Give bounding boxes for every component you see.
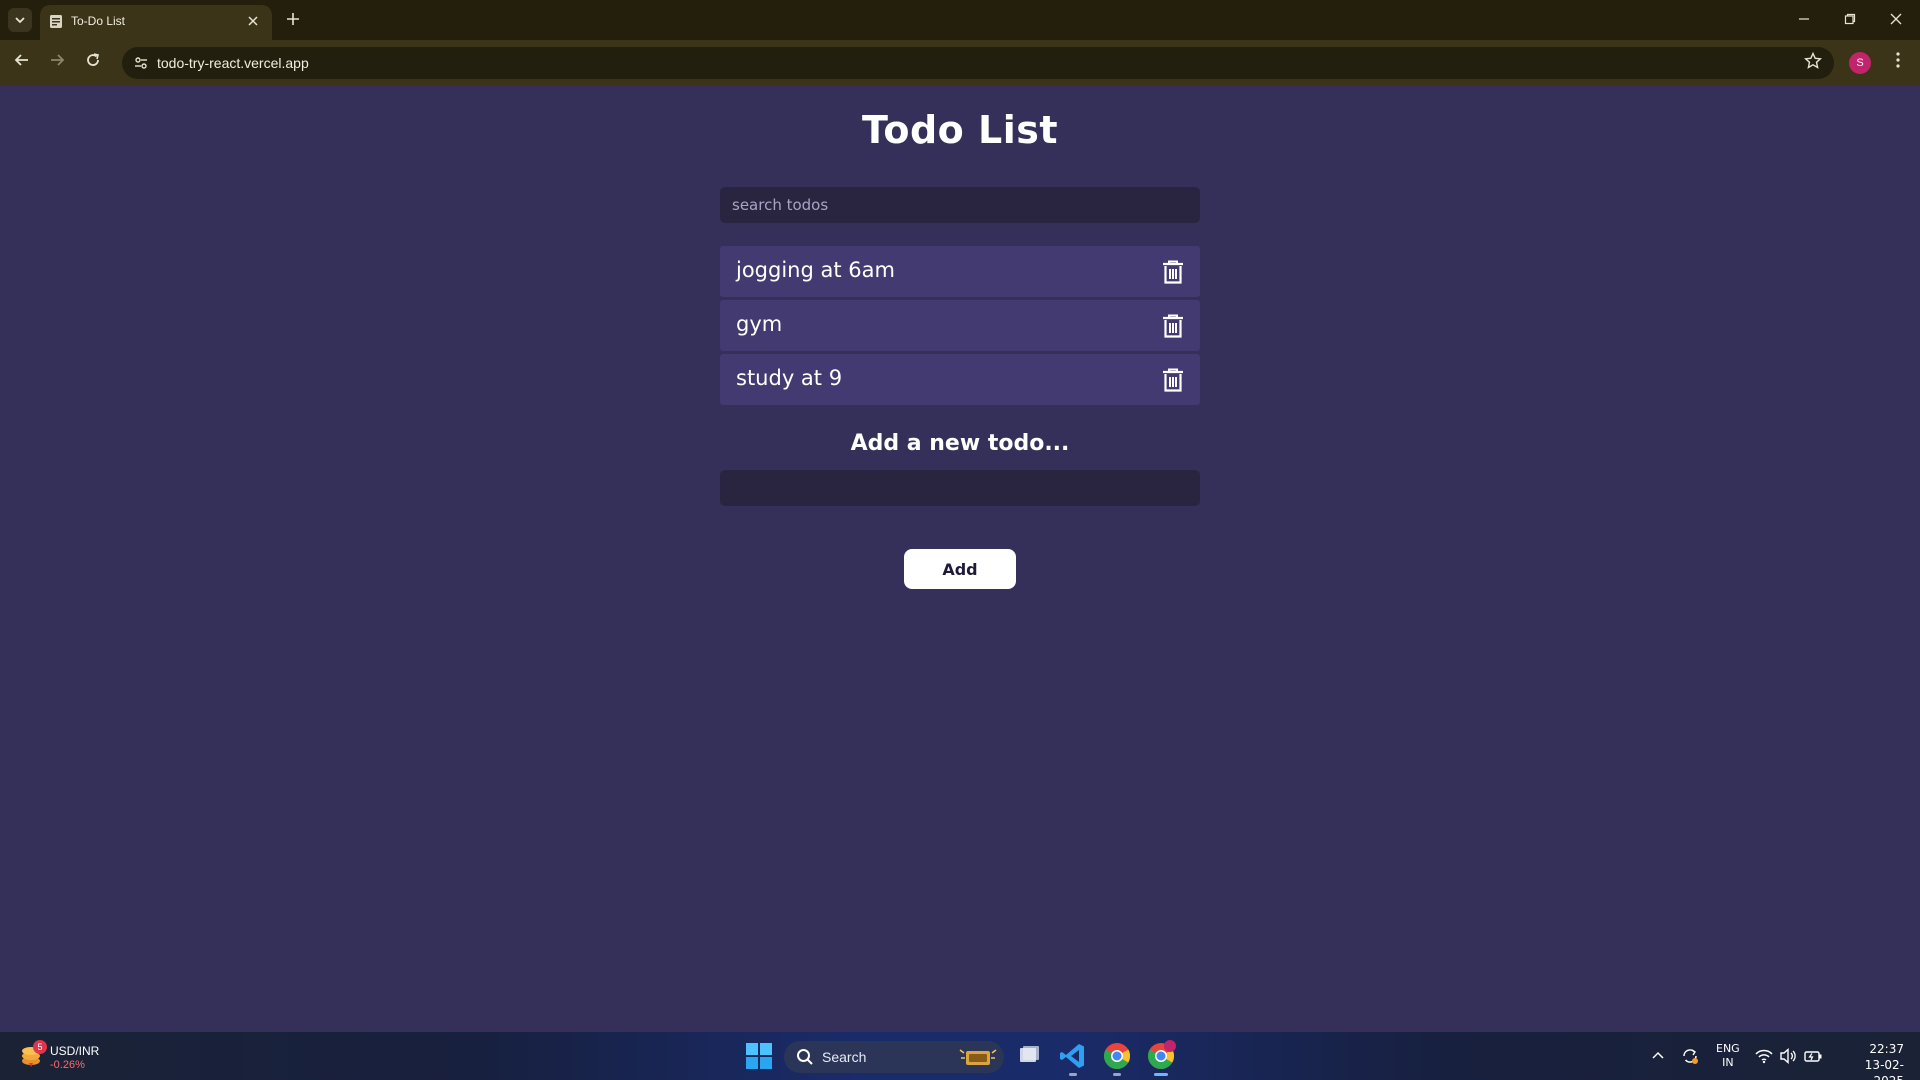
chrome-icon	[1147, 1040, 1176, 1070]
battery-icon[interactable]	[1803, 1046, 1823, 1066]
language-code: ENG	[1716, 1042, 1740, 1055]
language-indicator[interactable]: ENG IN	[1716, 1042, 1740, 1070]
minimize-button[interactable]	[1792, 8, 1816, 32]
tab-title: To-Do List	[71, 14, 126, 28]
close-window-button[interactable]	[1884, 8, 1908, 32]
todo-text: jogging at 6am	[736, 258, 895, 282]
todo-list: jogging at 6am gym study at 9	[720, 246, 1200, 408]
windows-taskbar: 5 USD/INR -0.26% Search ENG IN 22:37 13-…	[0, 1032, 1920, 1080]
currency-widget[interactable]: 5 USD/INR -0.26%	[16, 1040, 136, 1074]
todo-item: gym	[720, 300, 1200, 351]
widget-title: USD/INR	[50, 1044, 100, 1058]
volume-icon[interactable]	[1778, 1046, 1798, 1066]
trash-icon[interactable]	[1162, 260, 1184, 284]
site-info-icon[interactable]	[131, 53, 151, 73]
chevron-up-icon[interactable]	[1648, 1046, 1668, 1066]
profile-avatar[interactable]: S	[1849, 52, 1871, 74]
running-indicator	[1069, 1073, 1077, 1076]
browser-tab[interactable]: To-Do List	[40, 5, 272, 40]
add-todo-heading: Add a new todo...	[850, 431, 1070, 456]
browser-tab-bar: To-Do List	[0, 0, 1920, 40]
page-title: Todo List	[861, 108, 1059, 152]
todo-app: Todo List jogging at 6am gym study at 9	[0, 86, 1920, 1032]
arrow-right-icon	[51, 54, 65, 66]
sync-icon[interactable]	[1680, 1046, 1700, 1066]
restore-icon	[1844, 13, 1856, 25]
todo-text: gym	[736, 312, 783, 336]
search-highlight-icon	[959, 1049, 997, 1065]
task-view-icon	[1020, 1046, 1039, 1062]
search-input[interactable]	[720, 187, 1200, 223]
browser-toolbar: todo-try-react.vercel.app S	[0, 40, 1920, 86]
region-code: IN	[1722, 1056, 1734, 1069]
chrome-profile-taskbar-app[interactable]	[1145, 1040, 1177, 1076]
close-icon	[1890, 13, 1902, 25]
arrow-left-icon	[14, 54, 28, 66]
running-indicator	[1113, 1073, 1121, 1076]
tab-close-button[interactable]	[244, 12, 262, 30]
bookmark-star-icon[interactable]	[1803, 51, 1823, 76]
url-text[interactable]: todo-try-react.vercel.app	[157, 55, 309, 71]
taskbar-search-label: Search	[822, 1049, 867, 1065]
todo-item: study at 9	[720, 354, 1200, 405]
add-button[interactable]: Add	[904, 549, 1016, 589]
taskbar-search[interactable]: Search	[784, 1041, 1004, 1073]
search-icon	[797, 1049, 813, 1065]
vscode-taskbar-app[interactable]	[1057, 1040, 1089, 1076]
wifi-icon[interactable]	[1754, 1046, 1774, 1066]
document-icon	[50, 15, 62, 28]
tab-search-button[interactable]	[8, 8, 32, 32]
active-indicator	[1154, 1073, 1168, 1076]
close-icon	[248, 16, 258, 26]
new-tab-button[interactable]	[281, 8, 305, 32]
clock-time: 22:37	[1869, 1042, 1904, 1056]
chevron-down-icon	[15, 17, 25, 24]
restore-button[interactable]	[1838, 8, 1862, 32]
todo-item: jogging at 6am	[720, 246, 1200, 297]
plus-icon	[287, 13, 299, 25]
address-bar[interactable]: todo-try-react.vercel.app	[122, 47, 1834, 79]
reload-icon	[87, 53, 99, 66]
back-button[interactable]	[9, 50, 35, 76]
menu-button[interactable]	[1886, 51, 1910, 75]
trash-icon[interactable]	[1162, 314, 1184, 338]
windows-start-icon[interactable]	[746, 1043, 772, 1069]
chrome-taskbar-app[interactable]	[1101, 1040, 1133, 1076]
todo-text: study at 9	[736, 366, 843, 390]
minimize-icon	[1799, 18, 1809, 20]
notification-badge: 5	[33, 1040, 47, 1054]
clock[interactable]: 22:37 13-02-2025	[1836, 1041, 1904, 1080]
widget-change: -0.26%	[50, 1059, 85, 1071]
task-view-button[interactable]	[1013, 1040, 1045, 1072]
reload-button[interactable]	[80, 50, 106, 76]
new-todo-input[interactable]	[720, 470, 1200, 506]
forward-button[interactable]	[44, 50, 70, 76]
chrome-icon	[1103, 1043, 1131, 1070]
trash-icon[interactable]	[1162, 368, 1184, 392]
clock-date: 13-02-2025	[1864, 1058, 1904, 1080]
more-vertical-icon	[1896, 52, 1900, 68]
vscode-icon	[1060, 1044, 1084, 1068]
